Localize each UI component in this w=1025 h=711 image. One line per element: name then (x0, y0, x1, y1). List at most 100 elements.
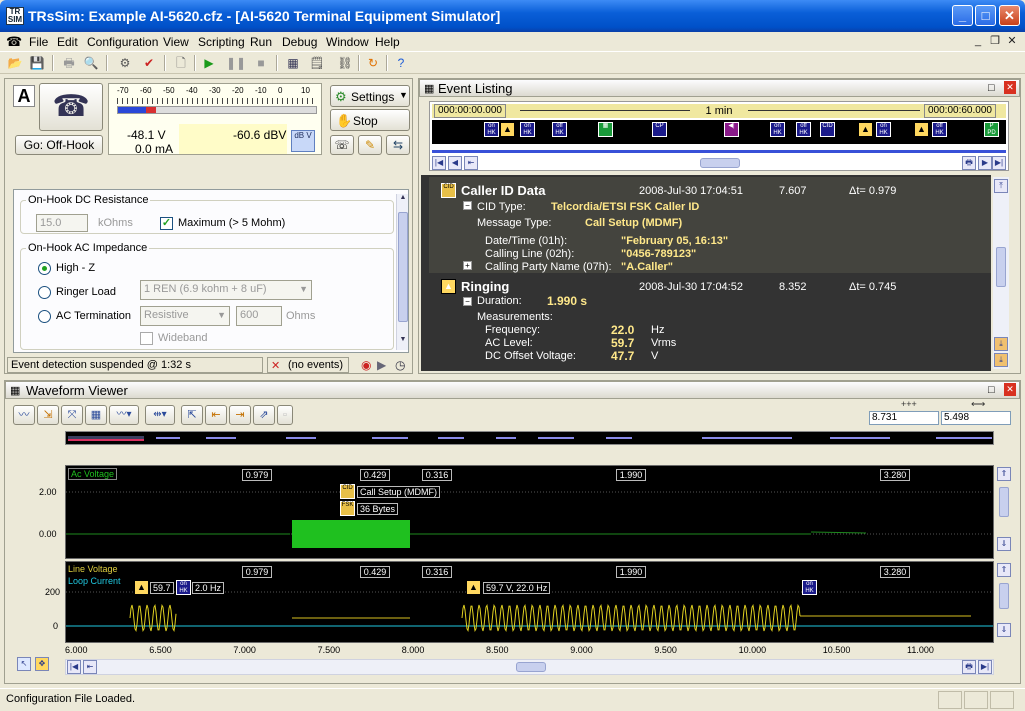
marker-right-icon[interactable]: ⇥ (229, 405, 251, 425)
offhook-event-icon[interactable]: on HK (484, 122, 499, 137)
onhook-event-icon[interactable]: on HK (770, 122, 785, 137)
document-icon[interactable]: 🗋 (172, 54, 190, 72)
settings-scrollbar[interactable]: ▲ ▼ (396, 194, 408, 350)
pan-tool-icon[interactable]: ✥ (35, 657, 49, 671)
cursor1-field[interactable]: 8.731 (869, 411, 939, 425)
cursor-icon[interactable]: ⇲ (37, 405, 59, 425)
minimize-button[interactable]: _ (952, 5, 973, 26)
fsk-event-icon[interactable]: ◀| (724, 122, 739, 137)
offhook-event-icon[interactable]: off HK (552, 122, 567, 137)
time-marker[interactable]: 3.280 (880, 469, 910, 481)
export-icon[interactable]: ⇗ (253, 405, 275, 425)
menu-file[interactable]: File (29, 35, 48, 49)
scroll-down-icon[interactable]: ▼ (398, 336, 408, 348)
checklist-icon[interactable]: ✔ (140, 54, 158, 72)
onhook-event-icon[interactable]: on HK (520, 122, 535, 137)
time-marker[interactable]: 1.990 (616, 566, 646, 578)
run-icon[interactable]: ▶ (200, 54, 218, 72)
mdi-minimize-icon[interactable]: _ (970, 34, 986, 48)
ac-termination-radio[interactable] (38, 310, 51, 323)
play-icon[interactable]: ▶ (377, 358, 386, 372)
scroll-last-icon[interactable]: ▶| (978, 660, 992, 674)
cpt-event-icon[interactable]: CP (652, 122, 667, 137)
horizontal-scroll-thumb[interactable] (516, 662, 546, 672)
marker-left-icon[interactable]: ⇤ (205, 405, 227, 425)
menu-window[interactable]: Window (326, 35, 369, 49)
cursor2-field[interactable]: 5.498 (941, 411, 1011, 425)
menu-view[interactable]: View (163, 35, 189, 49)
panel-close-icon[interactable]: ✕ (1004, 81, 1016, 94)
zoom-in-icon[interactable]: ⇑ (997, 563, 1011, 577)
record-icon[interactable]: ◉ (361, 358, 371, 372)
fsk-icon[interactable]: FSK (340, 501, 355, 516)
help-icon[interactable]: ? (392, 54, 410, 72)
time-marker[interactable]: 0.429 (360, 566, 390, 578)
scroll-first-icon[interactable]: |◀ (67, 660, 81, 674)
dtmf-event-icon[interactable]: ▦ (598, 122, 613, 137)
pause-icon[interactable]: ❚❚ (226, 54, 246, 72)
scroll-up-icon[interactable]: ▲ (398, 194, 408, 206)
menu-debug[interactable]: Debug (282, 35, 317, 49)
scroll-fit-icon[interactable]: ⇤ (83, 660, 97, 674)
onhook-event-icon[interactable]: on HK (802, 580, 817, 595)
panel-maximize-icon[interactable]: □ (988, 384, 995, 396)
calendar-icon[interactable]: ▦ (284, 54, 302, 72)
panel-close-icon[interactable]: ✕ (1004, 383, 1016, 396)
pointer-tool-icon[interactable]: ↖ (17, 657, 31, 671)
overview-viewport[interactable] (68, 436, 144, 441)
phone-save-icon[interactable]: ☏ (330, 135, 354, 155)
timeline-next-icon[interactable]: ▶ (978, 156, 992, 170)
dc-resistance-input[interactable]: 15.0 (36, 214, 88, 232)
ring-event-icon[interactable]: ▲ (134, 580, 149, 595)
timeline-first-icon[interactable]: |◀ (432, 156, 446, 170)
stop-button[interactable]: ✋ Stop (330, 109, 410, 131)
time-marker[interactable]: 3.280 (880, 566, 910, 578)
panel-maximize-icon[interactable]: □ (988, 82, 995, 94)
grid-zoom-icon[interactable]: ▦ (85, 405, 107, 425)
ringer-load-select[interactable]: 1 REN (6.9 kohm + 8 uF) ▼ (140, 280, 312, 300)
timeline-scroll-thumb[interactable] (700, 158, 740, 168)
collapse-icon[interactable]: − (463, 201, 472, 210)
offhook-event-icon[interactable]: off HK (796, 122, 811, 137)
top-scroll-thumb[interactable] (999, 487, 1009, 517)
scroll-top-icon[interactable]: ⤒ (994, 179, 1008, 193)
timeline-fit-icon[interactable]: ⇤ (464, 156, 478, 170)
time-marker[interactable]: 0.979 (242, 566, 272, 578)
waveform-icon[interactable]: 〰 (13, 405, 35, 425)
print-preview-icon[interactable]: 🔍 (82, 54, 100, 72)
phone-doc-icon[interactable]: ☎ (6, 34, 22, 50)
time-marker[interactable]: 0.316 (422, 469, 452, 481)
stop-icon[interactable]: ■ (252, 54, 270, 72)
go-offhook-button[interactable]: Go: Off-Hook (15, 135, 103, 155)
close-button[interactable]: ✕ (999, 5, 1020, 26)
cid-icon[interactable]: CID (340, 484, 355, 499)
scroll-bottom-icon[interactable]: ⤓ (994, 353, 1008, 367)
menu-scripting[interactable]: Scripting (198, 35, 245, 49)
mdi-close-icon[interactable]: ✕ (1004, 34, 1020, 48)
handshake-icon[interactable]: ⛓ (336, 54, 354, 72)
menu-help[interactable]: Help (375, 35, 400, 49)
ring-event-icon[interactable]: ▲ (500, 122, 515, 137)
phone-icon[interactable]: ☎ (39, 83, 103, 131)
cid-event-icon[interactable]: CID (820, 122, 835, 137)
zoom-out-icon[interactable]: ⇓ (997, 623, 1011, 637)
ringer-load-radio[interactable] (38, 286, 51, 299)
onhook-event-icon[interactable]: on HK (876, 122, 891, 137)
title-bar[interactable]: TR SIM TRsSim: Example AI-5620.cfz - [AI… (0, 0, 1025, 32)
time-marker[interactable]: 0.429 (360, 469, 390, 481)
mdi-restore-icon[interactable]: ❐ (987, 34, 1003, 48)
zoom-out-icon[interactable]: ⇓ (997, 537, 1011, 551)
timeline-last-icon[interactable]: ▶| (992, 156, 1006, 170)
ringing-event-row[interactable]: ▲ Ringing 2008-Jul-30 17:04:52 8.352 Δt=… (429, 275, 991, 371)
maximum-checkbox[interactable]: ✓ (160, 217, 173, 230)
overview-strip[interactable] (65, 431, 994, 445)
notes-icon[interactable]: 🗒 (308, 54, 326, 72)
dbv-toggle-button[interactable]: dB V (291, 130, 315, 152)
print-icon[interactable]: 🖶 (60, 54, 78, 72)
settings-button[interactable]: ⚙ Settings ▼ (330, 85, 410, 107)
collapse-icon[interactable]: − (463, 297, 472, 306)
event-scroll-thumb[interactable] (996, 247, 1006, 287)
horizontal-scrollbar[interactable]: |◀ ⇤ 🖶 ▶| (65, 659, 994, 675)
offhook-event-icon[interactable]: off HK (932, 122, 947, 137)
bottom-scroll-thumb[interactable] (999, 583, 1009, 609)
